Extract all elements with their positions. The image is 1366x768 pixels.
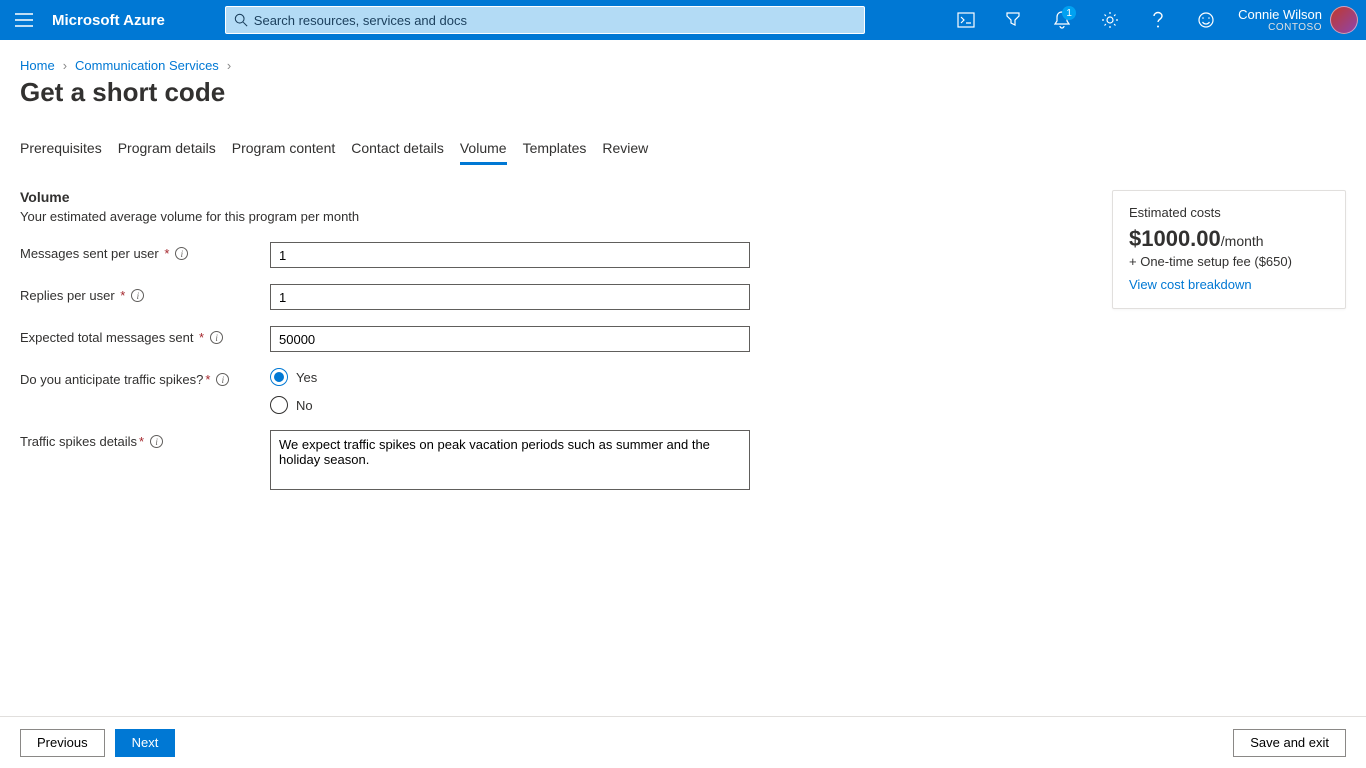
tabs: Prerequisites Program details Program co… <box>20 134 1346 165</box>
cost-value: $1000.00/month <box>1129 226 1329 252</box>
info-icon[interactable]: i <box>150 435 163 448</box>
notifications-icon[interactable]: 1 <box>1038 0 1086 40</box>
tab-contact-details[interactable]: Contact details <box>351 134 444 165</box>
spikes-radio-no[interactable]: No <box>270 396 317 414</box>
previous-button[interactable]: Previous <box>20 729 105 757</box>
tab-program-details[interactable]: Program details <box>118 134 216 165</box>
replies-label: Replies per user *i <box>20 284 270 303</box>
info-icon[interactable]: i <box>216 373 229 386</box>
radio-icon <box>270 396 288 414</box>
replies-input[interactable] <box>270 284 750 310</box>
messages-label: Messages sent per user *i <box>20 242 270 261</box>
chevron-right-icon: › <box>63 58 67 73</box>
cost-fee: + One-time setup fee ($650) <box>1129 254 1329 269</box>
info-icon[interactable]: i <box>175 247 188 260</box>
save-and-exit-button[interactable]: Save and exit <box>1233 729 1346 757</box>
cost-title: Estimated costs <box>1129 205 1329 220</box>
tab-program-content[interactable]: Program content <box>232 134 336 165</box>
messages-input[interactable] <box>270 242 750 268</box>
footer: Previous Next Save and exit <box>0 716 1366 768</box>
tab-volume[interactable]: Volume <box>460 134 507 165</box>
settings-icon[interactable] <box>1086 0 1134 40</box>
expected-input[interactable] <box>270 326 750 352</box>
tab-prerequisites[interactable]: Prerequisites <box>20 134 102 165</box>
brand-label: Microsoft Azure <box>52 12 165 29</box>
notification-badge: 1 <box>1062 6 1076 20</box>
cloud-shell-icon[interactable] <box>942 0 990 40</box>
help-icon[interactable] <box>1134 0 1182 40</box>
search-input[interactable]: Search resources, services and docs <box>225 6 865 34</box>
cost-card: Estimated costs $1000.00/month + One-tim… <box>1112 190 1346 309</box>
user-name: Connie Wilson <box>1238 7 1322 22</box>
page-body: Home › Communication Services › Get a sh… <box>0 40 1366 716</box>
tab-review[interactable]: Review <box>602 134 648 165</box>
search-placeholder: Search resources, services and docs <box>254 13 467 28</box>
next-button[interactable]: Next <box>115 729 176 757</box>
top-icons: 1 <box>942 0 1230 40</box>
info-icon[interactable]: i <box>131 289 144 302</box>
info-icon[interactable]: i <box>210 331 223 344</box>
top-bar: Microsoft Azure Search resources, servic… <box>0 0 1366 40</box>
tab-templates[interactable]: Templates <box>523 134 587 165</box>
chevron-right-icon: › <box>227 58 231 73</box>
details-label: Traffic spikes details*i <box>20 430 270 449</box>
breadcrumb-home[interactable]: Home <box>20 58 55 73</box>
radio-icon <box>270 368 288 386</box>
breadcrumb: Home › Communication Services › <box>20 40 1346 73</box>
spikes-label: Do you anticipate traffic spikes?*i <box>20 368 270 387</box>
spikes-radio-yes[interactable]: Yes <box>270 368 317 386</box>
directory-filter-icon[interactable] <box>990 0 1038 40</box>
details-input[interactable] <box>270 430 750 490</box>
menu-icon[interactable] <box>0 0 48 40</box>
breadcrumb-comm-services[interactable]: Communication Services <box>75 58 219 73</box>
expected-label: Expected total messages sent *i <box>20 326 270 345</box>
user-org: CONTOSO <box>1238 22 1322 33</box>
feedback-icon[interactable] <box>1182 0 1230 40</box>
user-block[interactable]: Connie Wilson CONTOSO <box>1238 6 1358 34</box>
cost-breakdown-link[interactable]: View cost breakdown <box>1129 277 1252 292</box>
page-title: Get a short code <box>20 77 1346 108</box>
search-icon <box>234 13 248 27</box>
avatar <box>1330 6 1358 34</box>
